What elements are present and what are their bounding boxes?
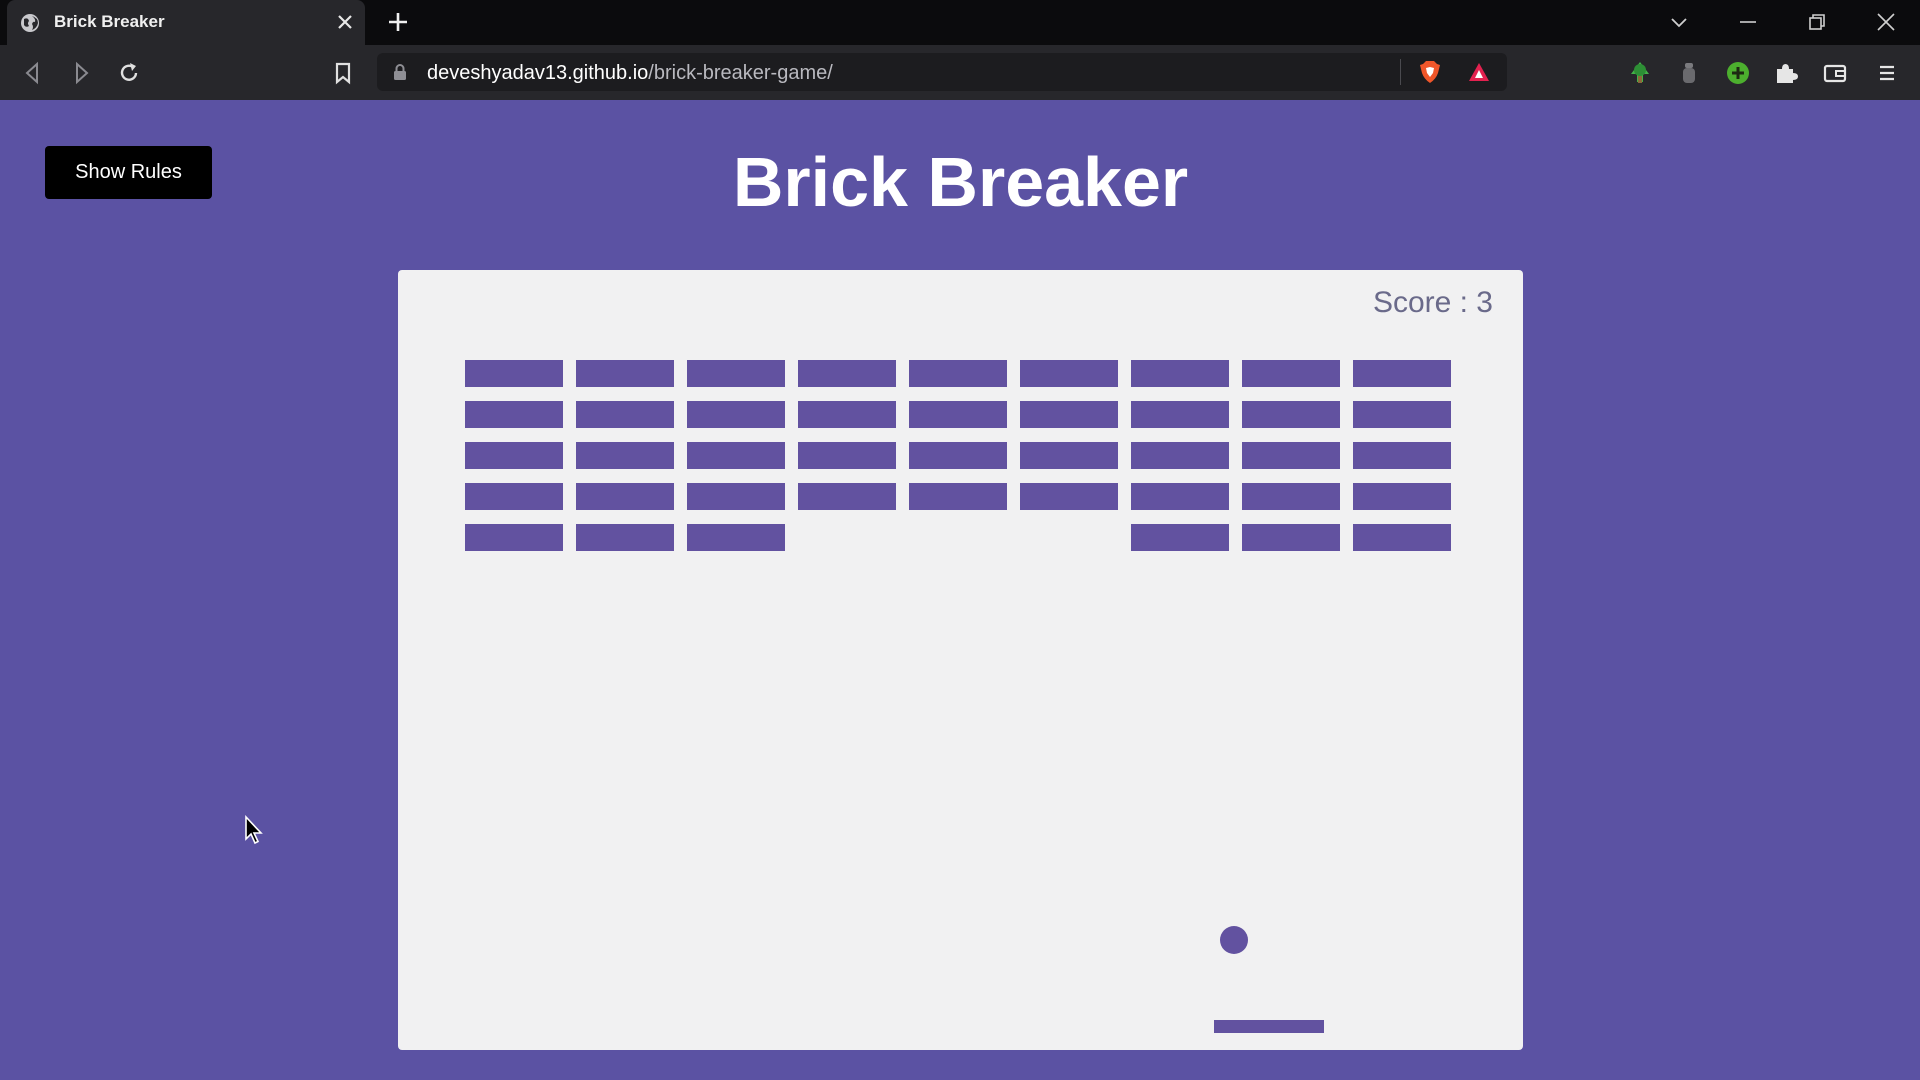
brick bbox=[1131, 442, 1229, 469]
brick bbox=[1353, 524, 1451, 551]
brick bbox=[1242, 483, 1340, 510]
brave-shield-icon[interactable] bbox=[1417, 59, 1443, 85]
omnibox-divider bbox=[1400, 59, 1401, 85]
brick bbox=[1131, 360, 1229, 387]
url-text[interactable]: deveshyadav13.github.io/brick-breaker-ga… bbox=[427, 62, 833, 85]
browser-tab[interactable]: Brick Breaker bbox=[7, 0, 365, 45]
plus-icon[interactable] bbox=[387, 11, 409, 33]
brick bbox=[687, 401, 785, 428]
menu-icon[interactable] bbox=[1874, 60, 1900, 86]
brick bbox=[687, 442, 785, 469]
brick bbox=[687, 483, 785, 510]
lock-icon[interactable] bbox=[392, 63, 408, 81]
minimize-icon[interactable] bbox=[1737, 11, 1759, 33]
brick bbox=[576, 483, 674, 510]
brave-rewards-icon[interactable] bbox=[1467, 60, 1491, 84]
brick bbox=[576, 524, 674, 551]
brick bbox=[1020, 360, 1118, 387]
extension-grey-icon[interactable] bbox=[1676, 60, 1702, 86]
brick bbox=[909, 483, 1007, 510]
reload-icon[interactable] bbox=[116, 60, 142, 86]
brick bbox=[1242, 401, 1340, 428]
brick bbox=[909, 442, 1007, 469]
brick bbox=[909, 360, 1007, 387]
brick bbox=[465, 524, 563, 551]
forward-icon[interactable] bbox=[68, 60, 94, 86]
tab-bar: Brick Breaker bbox=[0, 0, 1920, 45]
brick bbox=[576, 401, 674, 428]
game-canvas[interactable]: Score : 3 bbox=[398, 270, 1523, 1050]
url-path: /brick-breaker-game/ bbox=[648, 62, 833, 84]
puzzle-icon[interactable] bbox=[1773, 60, 1799, 86]
url-host: deveshyadav13.github.io bbox=[427, 62, 649, 84]
brick bbox=[798, 483, 896, 510]
score-display: Score : 3 bbox=[1372, 286, 1493, 319]
bookmark-icon[interactable] bbox=[330, 60, 356, 86]
chevron-down-icon[interactable] bbox=[1668, 11, 1690, 33]
brick bbox=[465, 442, 563, 469]
brick bbox=[465, 483, 563, 510]
brick bbox=[465, 401, 563, 428]
brick bbox=[465, 360, 563, 387]
address-bar[interactable]: deveshyadav13.github.io/brick-breaker-ga… bbox=[377, 53, 1507, 91]
brick bbox=[798, 401, 896, 428]
brick bbox=[798, 442, 896, 469]
page-title-text: Brick Breaker bbox=[732, 143, 1189, 221]
brick bbox=[1020, 401, 1118, 428]
brick bbox=[798, 360, 896, 387]
brick bbox=[576, 442, 674, 469]
extension-tree-icon[interactable] bbox=[1627, 60, 1653, 86]
browser-toolbar: deveshyadav13.github.io/brick-breaker-ga… bbox=[0, 45, 1920, 100]
brick bbox=[1020, 442, 1118, 469]
brick bbox=[909, 401, 1007, 428]
brick bbox=[1020, 483, 1118, 510]
mouse-cursor-icon bbox=[245, 815, 263, 845]
brick bbox=[687, 524, 785, 551]
brick bbox=[1353, 483, 1451, 510]
brick bbox=[576, 360, 674, 387]
brick bbox=[1242, 524, 1340, 551]
brick bbox=[1131, 524, 1229, 551]
back-icon[interactable] bbox=[20, 60, 46, 86]
brick bbox=[687, 360, 785, 387]
brick bbox=[1353, 442, 1451, 469]
globe-icon bbox=[21, 14, 39, 32]
page-title: Brick Breaker bbox=[0, 142, 1920, 222]
paddle[interactable] bbox=[1214, 1020, 1324, 1033]
extension-plus-icon[interactable] bbox=[1725, 60, 1751, 86]
close-icon[interactable] bbox=[335, 12, 355, 32]
window-close-icon[interactable] bbox=[1875, 11, 1897, 33]
ball bbox=[1220, 926, 1248, 954]
restore-icon[interactable] bbox=[1806, 11, 1828, 33]
brick bbox=[1131, 483, 1229, 510]
brick bbox=[1242, 360, 1340, 387]
tab-title: Brick Breaker bbox=[54, 12, 165, 31]
brick bbox=[1353, 401, 1451, 428]
brick bbox=[1131, 401, 1229, 428]
brick bbox=[1353, 360, 1451, 387]
wallet-icon[interactable] bbox=[1822, 60, 1848, 86]
brick bbox=[1242, 442, 1340, 469]
